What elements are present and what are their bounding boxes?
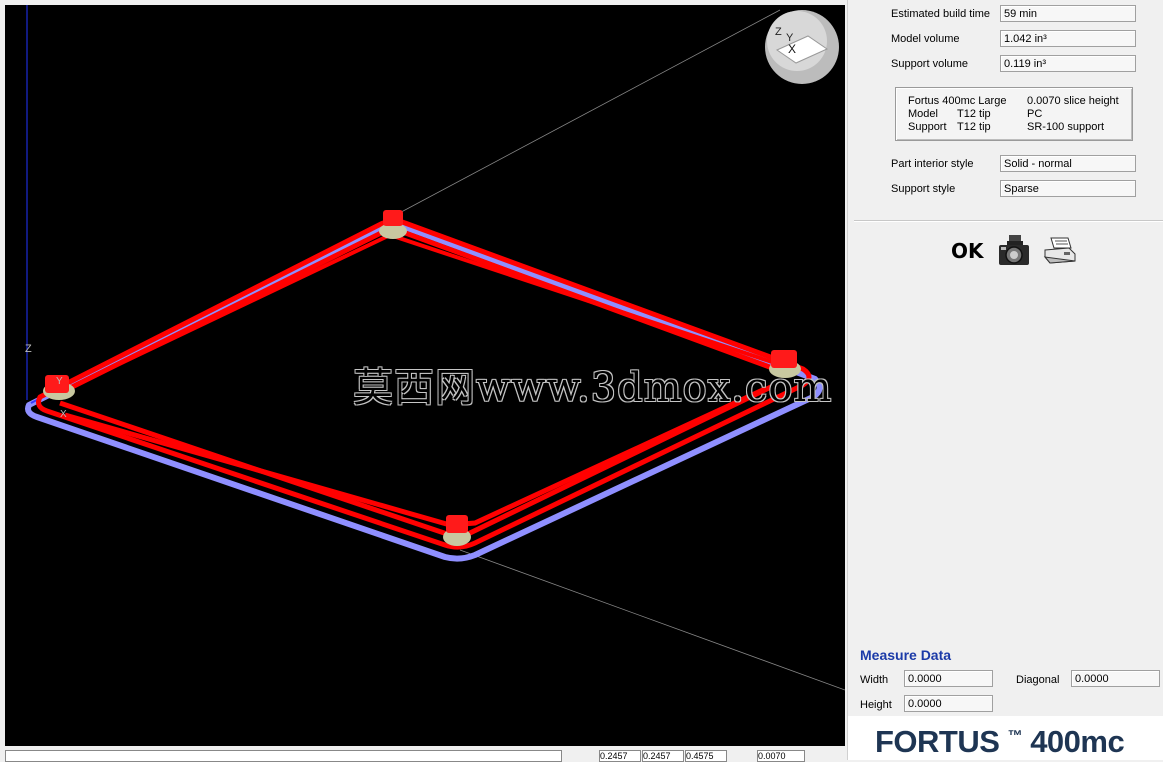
support-label: Support <box>908 121 947 133</box>
model-volume-label: Model volume <box>891 33 960 45</box>
status-field-2: 0.2457 <box>642 750 684 762</box>
model-material: PC <box>1027 108 1043 120</box>
viewport-frame: Z Y X Z Y X 莫西网www.3dmox.com 0.2457 0.24… <box>0 0 847 762</box>
measure-data-title: Measure Data <box>860 647 952 663</box>
status-bar: 0.2457 0.2457 0.4575 0.0070 <box>5 748 845 762</box>
support-style-label: Support style <box>891 183 956 195</box>
view-cube[interactable]: Z Y X <box>765 10 839 84</box>
panel-divider <box>854 220 1163 222</box>
status-field-3: 0.4575 <box>685 750 727 762</box>
machine-name: Fortus 400mc Large <box>908 95 1007 107</box>
support-volume-field: 0.119 in³ <box>1000 55 1136 72</box>
brand-logo: FORTUS ™ 400mc <box>875 724 1125 759</box>
machine-config-box: Fortus 400mc Large 0.0070 slice height M… <box>895 87 1133 141</box>
3d-view-canvas[interactable]: Z Y X Z Y X 莫西网www.3dmox.com <box>5 5 845 746</box>
axis-z-label: Z <box>25 343 32 355</box>
diagonal-label: Diagonal <box>1016 674 1060 686</box>
status-message <box>5 750 562 762</box>
build-time-field: 59 min <box>1000 5 1136 22</box>
model-volume-field: 1.042 in³ <box>1000 30 1136 47</box>
status-field-4: 0.0070 <box>757 750 805 762</box>
cube-z-label: Z <box>775 26 782 38</box>
brand-model: 400mc <box>1030 724 1125 759</box>
printer-icon[interactable] <box>1042 234 1078 268</box>
ok-button[interactable]: OK <box>951 239 984 263</box>
status-field-1: 0.2457 <box>599 750 641 762</box>
build-info-panel: Estimated build time 59 min Model volume… <box>847 0 1163 760</box>
cube-x-label: X <box>788 42 796 56</box>
build-time-label: Estimated build time <box>891 8 991 20</box>
interior-style-label: Part interior style <box>891 158 974 170</box>
support-style-field: Sparse <box>1000 180 1136 197</box>
axis-x-label: X <box>60 409 67 420</box>
width-label: Width <box>860 674 889 686</box>
corner-pad-bottom <box>443 515 471 546</box>
slice-height: 0.0070 slice height <box>1027 95 1119 107</box>
model-label: Model <box>908 108 938 120</box>
width-field: 0.0000 <box>904 670 993 687</box>
support-volume-label: Support volume <box>891 58 969 70</box>
interior-style-field: Solid - normal <box>1000 155 1136 172</box>
watermark: 莫西网www.3dmox.com <box>353 365 833 411</box>
height-field: 0.0000 <box>904 695 993 712</box>
support-tip: T12 tip <box>957 121 991 133</box>
camera-icon[interactable] <box>996 234 1032 268</box>
axis-y-label: Y <box>56 376 63 387</box>
support-material: SR-100 support <box>1027 121 1105 133</box>
brand-name: FORTUS <box>875 724 1000 759</box>
height-label: Height <box>860 699 892 711</box>
diagonal-field: 0.0000 <box>1071 670 1160 687</box>
model-tip: T12 tip <box>957 108 991 120</box>
